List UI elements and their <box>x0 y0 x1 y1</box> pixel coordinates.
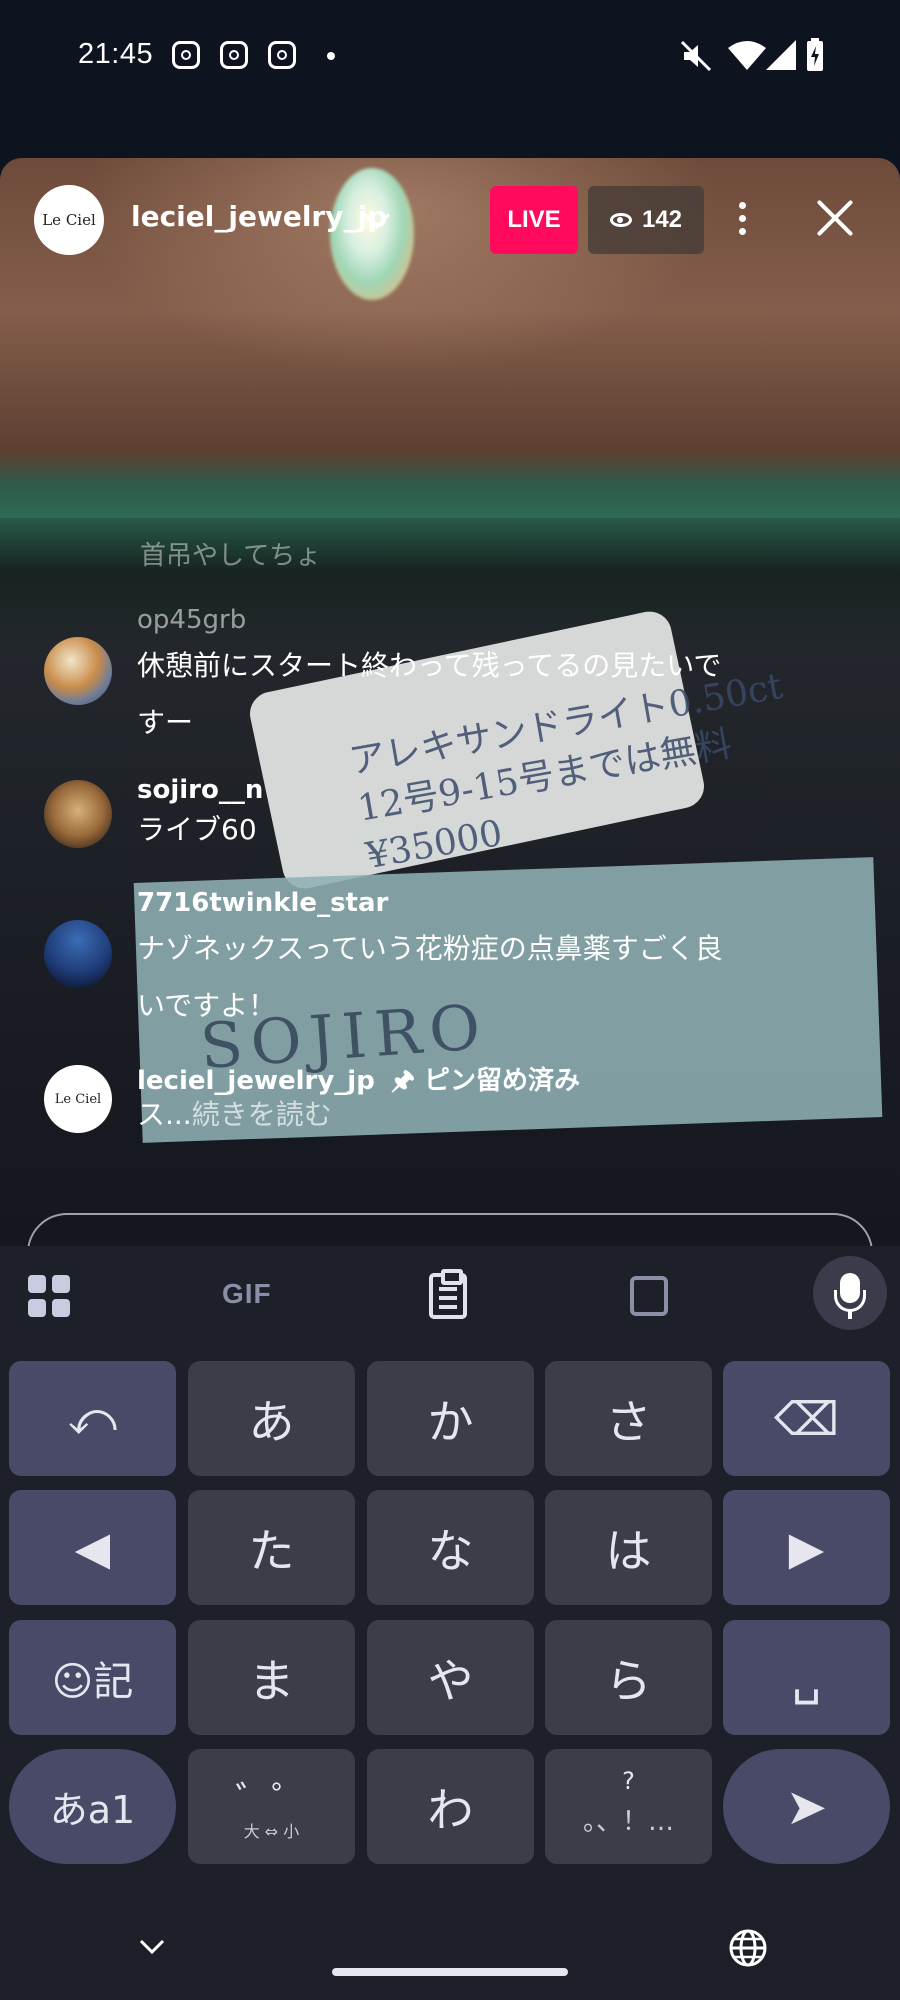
microphone-icon-leg <box>848 1311 852 1319</box>
host-avatar[interactable]: Le Ciel <box>34 185 104 255</box>
host-logo: Le Ciel <box>42 211 96 229</box>
close-icon[interactable] <box>815 198 855 238</box>
input-mode-key[interactable]: あa1 <box>9 1749 176 1864</box>
wifi-icon <box>728 41 766 70</box>
sticker-icon[interactable] <box>630 1276 668 1316</box>
avatar[interactable] <box>44 780 112 848</box>
host-logo: Le Ciel <box>54 1091 102 1107</box>
comment-username[interactable]: 7716twinkle_star <box>137 888 388 918</box>
emoji-symbol-key[interactable]: ☺記 <box>9 1620 176 1735</box>
dakuten-label: ゛゜ <box>235 1780 308 1821</box>
punctuation-sublabel: 。、！… <box>582 1807 674 1837</box>
instagram-icon <box>172 41 200 69</box>
read-more-link[interactable]: 続きを読む <box>192 1098 332 1131</box>
avatar[interactable]: Le Ciel <box>44 1065 112 1133</box>
faded-comment: 首吊やしてちょ <box>140 541 322 571</box>
punctuation-key[interactable]: ? 。、！… <box>545 1749 712 1864</box>
backspace-key[interactable]: ⌫ <box>723 1361 890 1476</box>
comment-text: 休憩前にスタート終わって残ってるの見たいですー <box>137 649 722 739</box>
cursor-right-key[interactable]: ▶ <box>723 1490 890 1605</box>
comment-username[interactable]: op45grb <box>137 605 246 635</box>
clipboard-icon[interactable] <box>429 1269 467 1319</box>
opal-ring-image <box>330 168 414 300</box>
live-badge: LIVE <box>490 186 578 254</box>
eye-icon <box>609 213 632 227</box>
key-ha[interactable]: は <box>545 1490 712 1605</box>
instagram-icon <box>268 41 296 69</box>
comment-text: ライブ60 <box>137 813 257 846</box>
key-ta[interactable]: た <box>188 1490 355 1605</box>
key-ma[interactable]: ま <box>188 1620 355 1735</box>
viewer-count: 142 <box>641 206 683 233</box>
dakuten-sublabel: 大 ⇔ 小 <box>243 1822 300 1841</box>
punctuation-label: ? <box>622 1767 635 1795</box>
apps-grid-icon[interactable] <box>28 1275 70 1317</box>
mute-icon <box>680 40 712 72</box>
comment-text: ス...続きを読む <box>137 1086 747 1143</box>
key-ka[interactable]: か <box>367 1361 534 1476</box>
dakuten-key[interactable]: ゛゜ 大 ⇔ 小 <box>188 1749 355 1864</box>
space-key[interactable]: ␣ <box>723 1620 890 1735</box>
status-bar: 21:45 <box>0 0 900 110</box>
comment-text-snippet: ス... <box>137 1098 192 1131</box>
send-key[interactable]: ➤ <box>723 1749 890 1864</box>
key-sa[interactable]: さ <box>545 1361 712 1476</box>
gif-button[interactable]: GIF <box>222 1278 272 1310</box>
globe-icon[interactable] <box>728 1928 768 1968</box>
key-ya[interactable]: や <box>367 1620 534 1735</box>
key-na[interactable]: な <box>367 1490 534 1605</box>
more-options-icon[interactable] <box>739 202 749 241</box>
avatar[interactable] <box>44 637 112 705</box>
hide-keyboard-icon[interactable] <box>138 1938 166 1956</box>
signal-icon <box>766 40 796 70</box>
avatar[interactable] <box>44 920 112 988</box>
key-wa[interactable]: わ <box>367 1749 534 1864</box>
key-ra[interactable]: ら <box>545 1620 712 1735</box>
key-a[interactable]: あ <box>188 1361 355 1476</box>
battery-charging-icon <box>807 38 823 71</box>
status-time: 21:45 <box>78 38 154 70</box>
instagram-icon <box>220 41 248 69</box>
cursor-left-key[interactable]: ◀ <box>9 1490 176 1605</box>
more-notifications-dot <box>327 52 335 60</box>
home-indicator[interactable] <box>332 1968 568 1976</box>
comment-text: ナゾネックスっていう花粉症の点鼻薬すごく良いですよ！ <box>137 932 723 1022</box>
viewer-count-badge[interactable]: 142 <box>588 186 704 254</box>
undo-key[interactable]: ⤺ <box>9 1361 176 1476</box>
host-username[interactable]: leciel_jewelry_jp <box>131 200 387 233</box>
